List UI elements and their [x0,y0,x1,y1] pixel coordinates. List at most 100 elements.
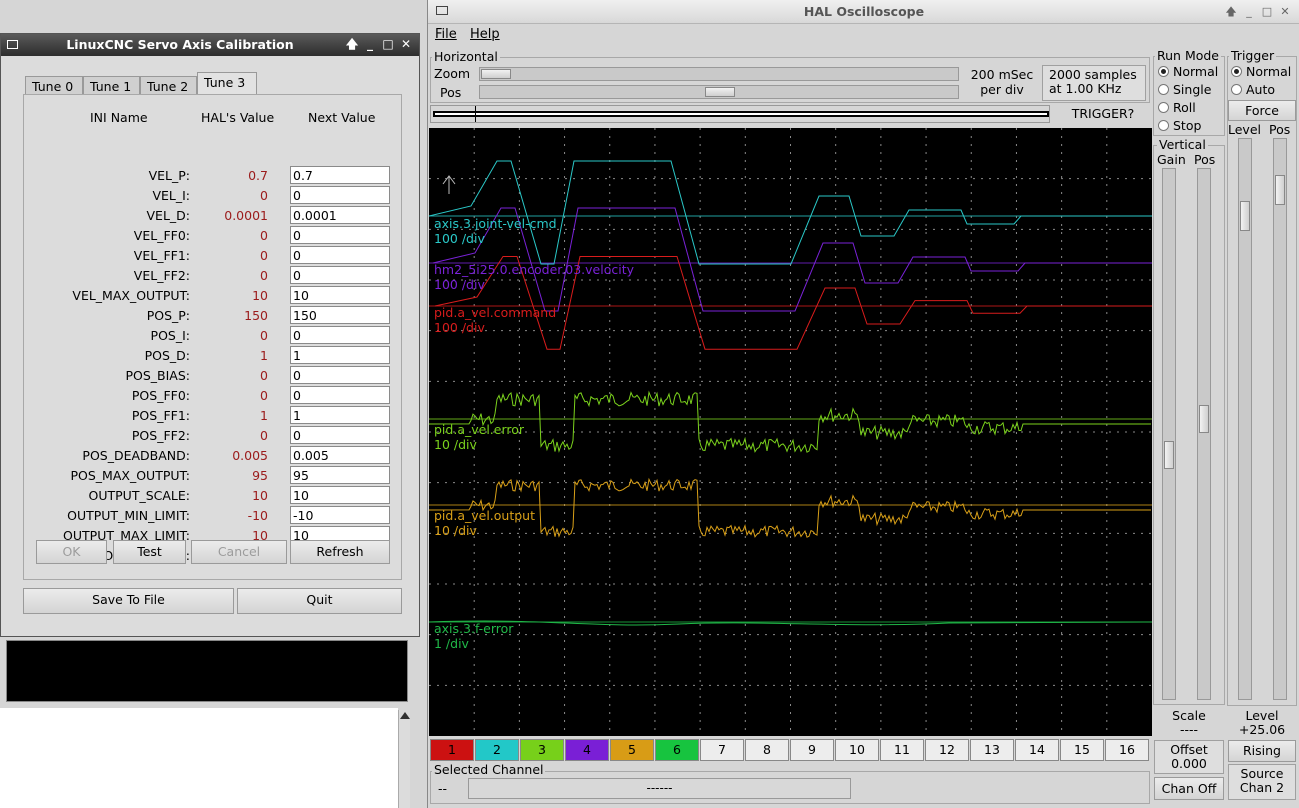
vertical-label: Vertical [1157,137,1208,152]
channel-button-15[interactable]: 15 [1060,739,1104,761]
param-next-value-input[interactable]: 0 [290,426,390,444]
param-next-value-input[interactable]: 0 [290,266,390,284]
trigger-level-slider[interactable] [1238,138,1252,700]
samples-box[interactable]: 2000 samples at 1.00 KHz [1042,65,1146,101]
trace-3-name: pid.a_vel.command [434,305,557,320]
channel-button-16[interactable]: 16 [1105,739,1149,761]
trigger-source-button[interactable]: Source Chan 2 [1228,764,1296,800]
trigger-source-value: Chan 2 [1239,780,1285,795]
tab-tune-3[interactable]: Tune 3 [197,72,257,94]
param-next-value-input[interactable]: 0 [290,366,390,384]
param-next-value-input[interactable]: 10 [290,286,390,304]
next-value-header: Next Value [308,110,376,125]
oscilloscope-titlebar[interactable]: HAL Oscilloscope 🡅 _ □ ✕ [428,0,1299,24]
scroll-up-icon[interactable] [400,712,410,719]
param-next-value-input[interactable]: 150 [290,306,390,324]
param-next-value-input[interactable]: 0 [290,246,390,264]
calibration-titlebar[interactable]: LinuxCNC Servo Axis Calibration 🡅 _ □ ✕ [1,34,419,56]
vertical-pos-knob[interactable] [1199,405,1209,433]
tab-tune-2[interactable]: Tune 2 [140,76,197,95]
channel-button-10[interactable]: 10 [835,739,879,761]
param-next-value-input[interactable]: 1 [290,406,390,424]
vertical-pos-label: Pos [1194,152,1216,167]
channel-button-6[interactable]: 6 [655,739,699,761]
vertical-pos-slider[interactable] [1197,168,1211,700]
cancel-button[interactable]: Cancel [191,540,287,564]
keep-above-icon[interactable]: 🡅 [345,37,359,51]
save-to-file-button[interactable]: Save To File [23,588,234,614]
trigger-auto-radio[interactable]: Auto [1231,82,1275,97]
tab-tune-0[interactable]: Tune 0 [25,76,83,95]
zoom-slider[interactable] [479,67,959,81]
menu-help[interactable]: Help [470,27,500,42]
horizontal-pos-slider[interactable] [479,85,959,99]
channel-button-9[interactable]: 9 [790,739,834,761]
horizontal-pos-slider-knob[interactable] [705,87,735,97]
trace-5-scale: 10 /div [434,523,477,538]
channel-button-2[interactable]: 2 [475,739,519,761]
close-icon[interactable]: ✕ [1278,5,1292,19]
trigger-normal-radio[interactable]: Normal [1231,64,1291,79]
param-hal-value: 1 [260,408,268,423]
param-next-value-input[interactable]: 95 [290,466,390,484]
trigger-level-value: +25.06 [1238,722,1286,737]
record-position-bar[interactable] [430,105,1050,123]
param-next-value-input[interactable]: -10 [290,506,390,524]
channel-button-4[interactable]: 4 [565,739,609,761]
selected-channel-name[interactable]: ------ [468,778,851,799]
tab-tune-1[interactable]: Tune 1 [83,76,140,95]
param-next-value-input[interactable]: 0.005 [290,446,390,464]
channel-button-14[interactable]: 14 [1015,739,1059,761]
channel-button-3[interactable]: 3 [520,739,564,761]
channel-button-11[interactable]: 11 [880,739,924,761]
trigger-pos-knob[interactable] [1275,175,1285,205]
channel-button-12[interactable]: 12 [925,739,969,761]
menu-file[interactable]: File [435,27,457,42]
ok-button[interactable]: OK [36,540,107,564]
force-button[interactable]: Force [1228,100,1296,121]
scale-label: Scale [1172,708,1206,723]
param-next-value-input[interactable]: 1 [290,346,390,364]
maximize-icon[interactable]: □ [1260,5,1274,19]
rising-button[interactable]: Rising [1228,740,1296,762]
maximize-icon[interactable]: □ [381,37,395,51]
channel-button-8[interactable]: 8 [745,739,789,761]
quit-button[interactable]: Quit [237,588,402,614]
trigger-pos-slider[interactable] [1273,138,1287,700]
vertical-gain-knob[interactable] [1164,441,1174,469]
param-next-value-input[interactable]: 0 [290,326,390,344]
param-next-value-input[interactable]: 0 [290,386,390,404]
keep-above-icon[interactable]: 🡅 [1224,5,1238,19]
trace-label-6: axis.3.f-error 1 /div [434,621,513,651]
channel-button-13[interactable]: 13 [970,739,1014,761]
sample-rate: at 1.00 KHz [1049,81,1122,96]
run-roll-radio[interactable]: Roll [1158,100,1196,115]
test-button[interactable]: Test [113,540,186,564]
param-next-value-input[interactable]: 0.0001 [290,206,390,224]
run-normal-radio[interactable]: Normal [1158,64,1218,79]
minimize-icon[interactable]: _ [363,37,377,51]
offset-button[interactable]: Offset 0.000 [1154,740,1224,774]
channel-button-5[interactable]: 5 [610,739,654,761]
refresh-button[interactable]: Refresh [290,540,390,564]
background-scrollbar[interactable] [398,710,410,808]
zoom-slider-knob[interactable] [481,69,511,79]
close-icon[interactable]: ✕ [399,37,413,51]
param-next-value-input[interactable]: 0 [290,226,390,244]
scope-display[interactable]: axis.3.joint-vel-cmd 100 /div hm2_5i25.0… [429,128,1152,736]
channel-button-7[interactable]: 7 [700,739,744,761]
chan-off-button[interactable]: Chan Off [1154,777,1224,800]
channel-button-1[interactable]: 1 [430,739,474,761]
selected-channel-number: -- [438,781,448,796]
pos-label: Pos [440,85,462,100]
selected-channel-label: Selected Channel [432,762,546,777]
param-next-value-input[interactable]: 10 [290,486,390,504]
vertical-gain-slider[interactable] [1162,168,1176,700]
param-next-value-input[interactable]: 0 [290,186,390,204]
radio-off-icon [1231,84,1242,95]
param-next-value-input[interactable]: 0.7 [290,166,390,184]
trigger-level-knob[interactable] [1240,201,1250,231]
run-single-radio[interactable]: Single [1158,82,1211,97]
run-stop-radio[interactable]: Stop [1158,118,1201,133]
minimize-icon[interactable]: _ [1242,5,1256,19]
